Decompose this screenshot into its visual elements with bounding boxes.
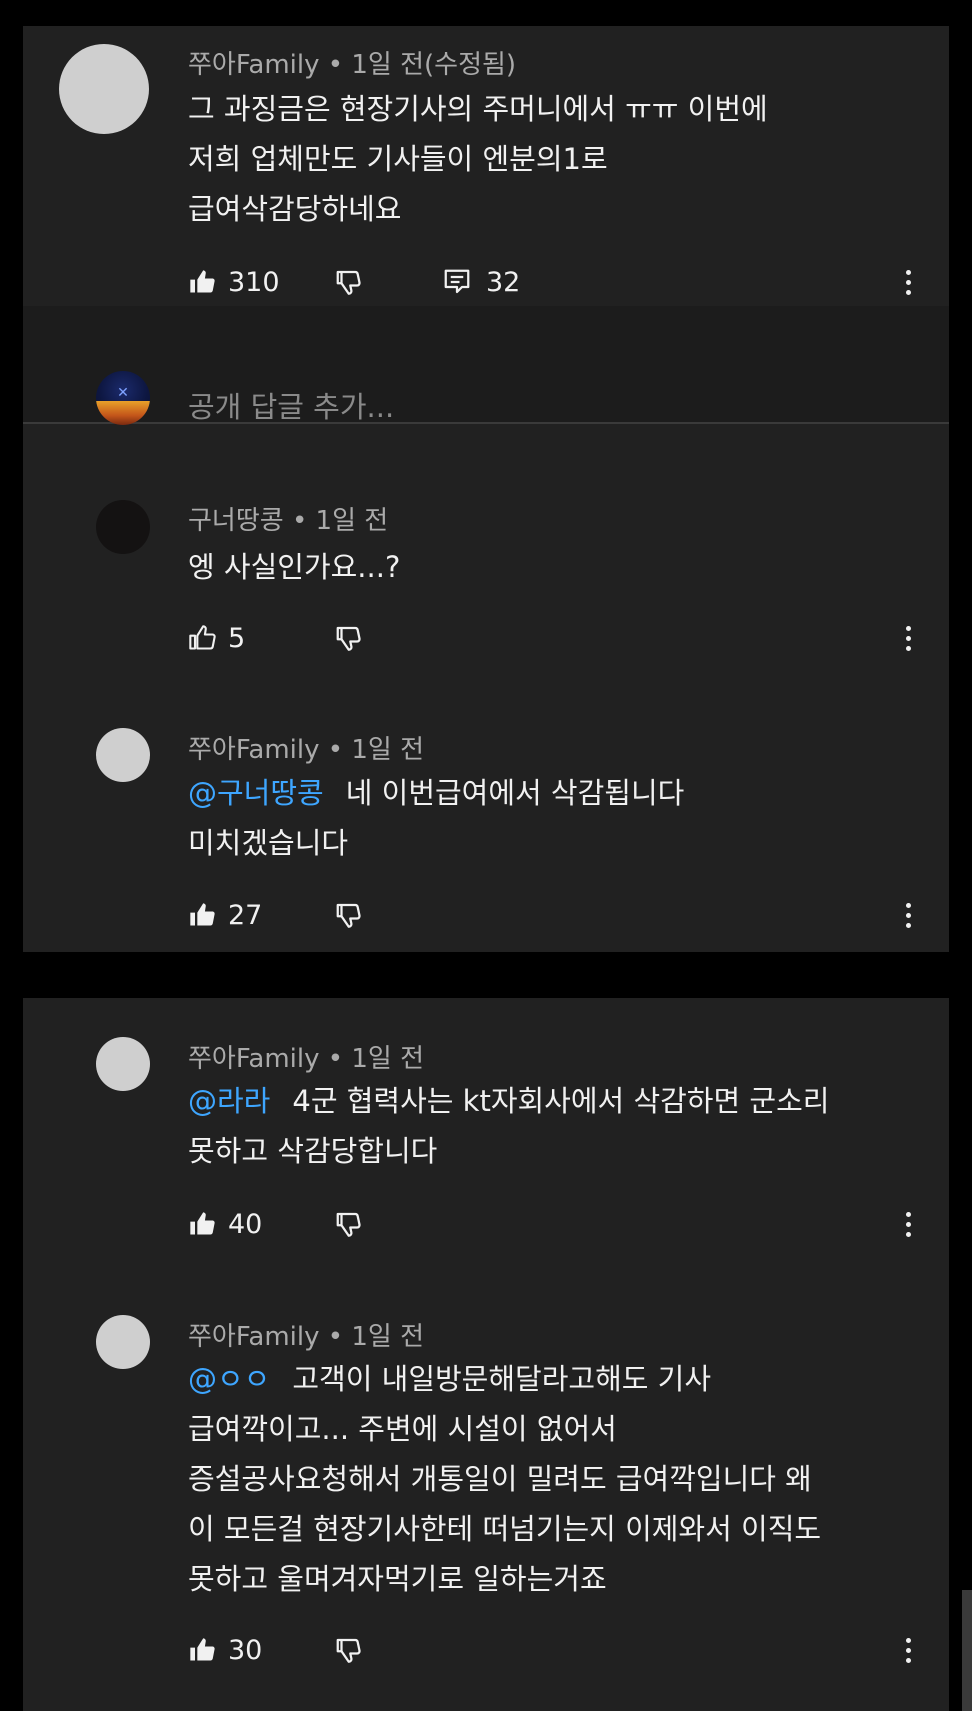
reply-count: 32 [486, 266, 521, 298]
thumbs-down-icon [336, 270, 361, 295]
like-count: 27 [228, 899, 263, 931]
reply-actions: 5 [188, 618, 918, 658]
thumbs-up-filled-icon [190, 270, 215, 293]
comment-author-line: 쭈아Family • 1일 전(수정됨) [188, 50, 517, 80]
comment-actions: 310 32 [188, 262, 918, 302]
reply-actions: 27 [188, 895, 918, 935]
like-button[interactable]: 5 [188, 618, 245, 658]
reply-actions: 40 [188, 1204, 918, 1244]
thumbs-down-icon [336, 903, 361, 928]
thumbs-up-filled-icon [190, 1212, 215, 1235]
avatar[interactable] [96, 500, 150, 554]
comment-text: 그 과징금은 현장기사의 주머니에서 ㅠㅠ 이번에 저희 업체만도 기사들이 엔… [188, 84, 768, 234]
more-menu-button[interactable] [898, 1204, 918, 1244]
reply-line: 미치겠습니다 [188, 826, 349, 860]
more-menu-button[interactable] [898, 895, 918, 935]
more-menu-button[interactable] [898, 618, 918, 658]
comment-line: 그 과징금은 현장기사의 주머니에서 ㅠㅠ 이번에 [188, 92, 768, 126]
more-vertical-icon [905, 902, 911, 908]
avatar[interactable] [96, 1037, 150, 1091]
reply-line: 이 모든걸 현장기사한테 떠넘기는지 이제와서 이직도 [188, 1512, 822, 1546]
dislike-button[interactable] [334, 1630, 364, 1670]
dislike-button[interactable] [334, 1204, 364, 1244]
like-button[interactable]: 40 [188, 1204, 262, 1244]
mention-link[interactable]: @구너땅콩 [188, 776, 324, 810]
replies-panel-1 [23, 424, 949, 952]
dislike-button[interactable] [334, 618, 364, 658]
reply-line: 증설공사요청해서 개통일이 밀려도 급여깍입니다 왜 [188, 1462, 812, 1496]
thumbs-up-filled-icon [190, 1638, 215, 1661]
reply-line: 4군 협력사는 kt자회사에서 삭감하면 군소리 [292, 1084, 830, 1118]
reply-line: 네 이번급여에서 삭감됩니다 [345, 776, 685, 810]
avatar[interactable] [96, 728, 150, 782]
reply-box-panel [23, 306, 949, 422]
reply-text: 엥 사실인가요...? [188, 542, 400, 592]
reply-line: 고객이 내일방문해달라고해도 기사 [292, 1362, 712, 1396]
reply-text: @ㅇㅇ 고객이 내일방문해달라고해도 기사 급여깍이고... 주변에 시설이 없어… [188, 1354, 821, 1604]
reply-author-line: 쭈아Family • 1일 전 [188, 735, 425, 765]
like-button[interactable]: 27 [188, 895, 262, 935]
reply-comment-icon [444, 269, 470, 294]
reply-line: 못하고 울며겨자먹기로 일하는거죠 [188, 1562, 607, 1596]
reply-line: 엥 사실인가요...? [188, 550, 401, 584]
thumbs-up-filled-icon [190, 903, 215, 926]
dislike-button[interactable] [334, 895, 364, 935]
avatar[interactable] [96, 1315, 150, 1369]
dislike-button[interactable] [334, 262, 364, 302]
more-vertical-icon [905, 269, 911, 275]
reply-author-line: 구너땅콩 • 1일 전 [188, 506, 389, 536]
comment-line: 급여삭감당하네요 [188, 192, 402, 226]
like-count: 310 [228, 266, 280, 298]
mention-link[interactable]: @라라 [188, 1084, 270, 1118]
mention-link[interactable]: @ㅇㅇ [188, 1362, 270, 1396]
more-menu-button[interactable] [898, 262, 918, 302]
comment-line: 저희 업체만도 기사들이 엔분의1로 [188, 142, 608, 176]
thumbs-down-icon [336, 1638, 361, 1663]
like-count: 30 [228, 1634, 263, 1666]
reply-input[interactable]: 공개 답글 추가... [188, 384, 394, 426]
reply-button[interactable]: 32 [442, 262, 520, 302]
like-count: 5 [228, 622, 246, 654]
more-vertical-icon [905, 625, 911, 631]
thumbs-down-icon [336, 1212, 361, 1237]
more-vertical-icon [905, 1637, 911, 1643]
more-menu-button[interactable] [898, 1630, 918, 1670]
reply-text: @라라 4군 협력사는 kt자회사에서 삭감하면 군소리 못하고 삭감당합니다 [188, 1076, 829, 1176]
reply-line: 급여깍이고... 주변에 시설이 없어서 [188, 1412, 617, 1446]
avatar[interactable] [59, 44, 149, 134]
like-count: 40 [228, 1208, 263, 1240]
channel-logo-icon: ✕ [117, 385, 129, 401]
avatar: ✕ [96, 371, 150, 425]
thumbs-down-icon [336, 626, 361, 651]
like-button[interactable]: 310 [188, 262, 280, 302]
reply-text: @구너땅콩 네 이번급여에서 삭감됩니다 미치겠습니다 [188, 768, 684, 868]
scrollbar[interactable] [962, 1590, 972, 1711]
reply-actions: 30 [188, 1630, 918, 1670]
thumbs-up-outline-icon [189, 625, 216, 650]
reply-line: 못하고 삭감당합니다 [188, 1134, 438, 1168]
reply-author-line: 쭈아Family • 1일 전 [188, 1044, 425, 1074]
reply-author-line: 쭈아Family • 1일 전 [188, 1322, 425, 1352]
more-vertical-icon [905, 1211, 911, 1217]
like-button[interactable]: 30 [188, 1630, 262, 1670]
